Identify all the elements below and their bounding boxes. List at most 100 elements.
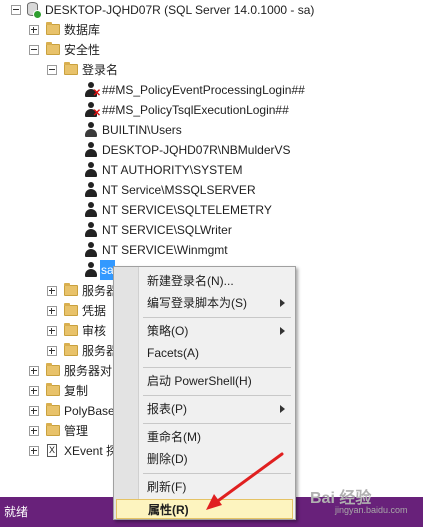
tree-node-label: 管理 <box>64 424 89 438</box>
menu-item-label: 新建登录名(N)... <box>147 274 234 288</box>
login-item[interactable]: DESKTOP-JQHD07R\NBMulderVS <box>0 140 423 160</box>
server-running-icon <box>33 10 42 19</box>
menu-separator <box>143 367 291 368</box>
menu-separator <box>143 317 291 318</box>
menu-item-label: 启动 PowerShell(H) <box>147 374 252 388</box>
menu-item-properties[interactable]: 属性(R) <box>116 499 293 519</box>
folder-icon <box>64 303 78 316</box>
user-icon <box>84 262 98 278</box>
tree-node-label: 数据库 <box>64 23 101 37</box>
user-icon <box>84 222 98 238</box>
login-item[interactable]: NT SERVICE\SQLTELEMETRY <box>0 200 423 220</box>
menu-item-label: 重命名(M) <box>147 430 201 444</box>
expand-icon[interactable] <box>29 386 39 396</box>
expand-icon[interactable] <box>47 326 57 336</box>
login-label: BUILTIN\Users <box>102 123 182 137</box>
tree-node-label: PolyBase <box>64 404 115 418</box>
tree-node-management[interactable]: 管理 <box>0 421 113 441</box>
collapse-icon[interactable] <box>11 5 21 15</box>
tree-node-label: 复制 <box>64 384 89 398</box>
menu-item-new-login[interactable]: 新建登录名(N)... <box>116 271 293 291</box>
menu-item-label: 策略(O) <box>147 324 189 338</box>
login-item-selected[interactable]: sa <box>0 260 120 280</box>
login-label: NT SERVICE\SQLWriter <box>102 223 232 237</box>
tree-node-label: XEvent 探 <box>64 444 119 458</box>
submenu-arrow-icon <box>280 405 285 413</box>
tree-node-server-objects[interactable]: 服务器对 <box>0 361 113 381</box>
login-label: NT SERVICE\SQLTELEMETRY <box>102 203 272 217</box>
tree-node-replication[interactable]: 复制 <box>0 381 113 401</box>
menu-item-label: 刷新(F) <box>147 480 187 494</box>
user-icon <box>84 142 98 158</box>
folder-icon <box>64 343 78 356</box>
tree-node-xevent-profiler[interactable]: X XEvent 探 <box>0 441 118 461</box>
tree-node-label: 安全性 <box>64 43 101 57</box>
submenu-arrow-icon <box>280 299 285 307</box>
menu-item-label: 编写登录脚本为(S) <box>147 296 247 310</box>
folder-icon <box>46 423 60 436</box>
login-item[interactable]: ✕ ##MS_PolicyTsqlExecutionLogin## <box>0 100 423 120</box>
context-menu: 新建登录名(N)... 编写登录脚本为(S) 策略(O) Facets(A) 启… <box>113 266 296 520</box>
expand-icon[interactable] <box>47 346 57 356</box>
tree-node-label: DESKTOP-JQHD07R (SQL Server 14.0.1000 - … <box>45 3 315 17</box>
menu-separator <box>143 423 291 424</box>
menu-item-facets[interactable]: Facets(A) <box>116 343 293 363</box>
user-icon <box>84 162 98 178</box>
collapse-icon[interactable] <box>47 65 57 75</box>
login-label: DESKTOP-JQHD07R\NBMulderVS <box>102 143 291 157</box>
login-item[interactable]: NT SERVICE\SQLWriter <box>0 220 423 240</box>
folder-icon <box>46 403 60 416</box>
tree-node-polybase[interactable]: PolyBase <box>0 401 115 421</box>
tree-node-label: 服务器对 <box>64 364 113 378</box>
expand-icon[interactable] <box>29 366 39 376</box>
expand-icon[interactable] <box>29 426 39 436</box>
tree-node-server[interactable]: DESKTOP-JQHD07R (SQL Server 14.0.1000 - … <box>0 0 423 20</box>
user-icon <box>84 242 98 258</box>
login-label: ##MS_PolicyTsqlExecutionLogin## <box>102 103 289 117</box>
tree-node-credentials[interactable]: 凭据 <box>0 301 113 321</box>
login-item[interactable]: NT AUTHORITY\SYSTEM <box>0 160 423 180</box>
tree-node-logins[interactable]: 登录名 <box>0 60 423 80</box>
login-item[interactable]: BUILTIN\Users <box>0 120 423 140</box>
login-label: NT Service\MSSQLSERVER <box>102 183 256 197</box>
status-text: 就绪 <box>4 505 29 519</box>
expand-icon[interactable] <box>47 306 57 316</box>
folder-icon <box>64 323 78 336</box>
menu-item-delete[interactable]: 删除(D) <box>116 449 293 469</box>
collapse-icon[interactable] <box>29 45 39 55</box>
menu-item-policies[interactable]: 策略(O) <box>116 321 293 341</box>
login-item[interactable]: NT Service\MSSQLSERVER <box>0 180 423 200</box>
menu-item-label: 删除(D) <box>147 452 188 466</box>
expand-icon[interactable] <box>29 446 39 456</box>
login-item[interactable]: NT SERVICE\Winmgmt <box>0 240 423 260</box>
tree-node-audits[interactable]: 审核 <box>0 321 113 341</box>
folder-icon <box>46 22 60 35</box>
menu-item-label: 属性(R) <box>148 503 189 517</box>
tree-node-security[interactable]: 安全性 <box>0 40 423 60</box>
expand-icon[interactable] <box>47 286 57 296</box>
login-label: ##MS_PolicyEventProcessingLogin## <box>102 83 305 97</box>
tree-node-server-roles[interactable]: 服务器 <box>0 281 118 301</box>
login-label: NT AUTHORITY\SYSTEM <box>102 163 243 177</box>
menu-item-rename[interactable]: 重命名(M) <box>116 427 293 447</box>
menu-item-start-powershell[interactable]: 启动 PowerShell(H) <box>116 371 293 391</box>
submenu-arrow-icon <box>280 327 285 335</box>
login-disabled-icon: ✕ <box>84 82 101 99</box>
folder-icon <box>46 42 60 55</box>
expand-icon[interactable] <box>29 406 39 416</box>
menu-item-reports[interactable]: 报表(P) <box>116 399 293 419</box>
menu-item-script-login-as[interactable]: 编写登录脚本为(S) <box>116 293 293 313</box>
folder-icon <box>46 383 60 396</box>
group-login-icon <box>84 122 98 138</box>
tree-node-server-audit-specs[interactable]: 服务器 <box>0 341 118 361</box>
user-icon <box>84 182 98 198</box>
user-icon <box>84 202 98 218</box>
login-label: NT SERVICE\Winmgmt <box>102 243 228 257</box>
tree-node-label: 登录名 <box>82 63 119 77</box>
folder-icon <box>64 283 78 296</box>
menu-separator <box>143 473 291 474</box>
tree-node-databases[interactable]: 数据库 <box>0 20 423 40</box>
expand-icon[interactable] <box>29 25 39 35</box>
login-item[interactable]: ✕ ##MS_PolicyEventProcessingLogin## <box>0 80 423 100</box>
menu-item-refresh[interactable]: 刷新(F) <box>116 477 293 497</box>
